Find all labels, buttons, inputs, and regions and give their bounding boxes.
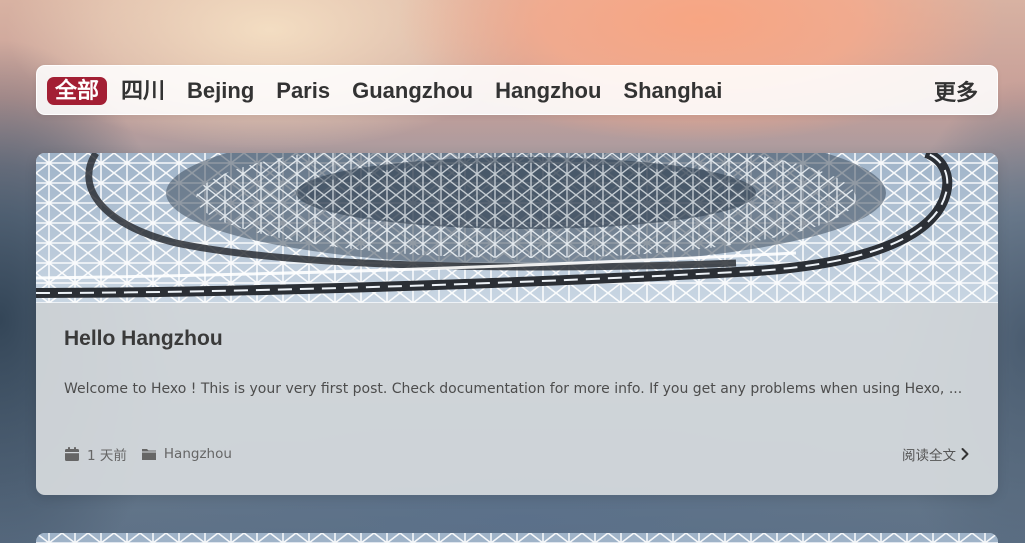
chevron-right-icon: [961, 448, 969, 460]
nav-item-guangzhou[interactable]: Guangzhou: [341, 77, 484, 105]
read-more-label: 阅读全文: [902, 448, 956, 464]
nav-item-shanghai[interactable]: Shanghai: [612, 77, 733, 105]
post-card: Hello Hangzhou Welcome to Hexo ! This is…: [36, 153, 998, 495]
read-more-link[interactable]: 阅读全文: [902, 444, 970, 464]
next-post-card-cover[interactable]: [36, 533, 998, 543]
calendar-icon: [65, 447, 79, 461]
stadium-structure-image: [36, 153, 998, 303]
nav-item-hangzhou[interactable]: Hangzhou: [484, 77, 612, 105]
post-date: 1 天前: [87, 448, 127, 464]
category-list: 全部 四川 Bejing Paris Guangzhou Hangzhou Sh…: [47, 66, 733, 116]
post-excerpt: Welcome to Hexo ! This is your very firs…: [64, 381, 963, 397]
nav-item-bejing[interactable]: Bejing: [176, 77, 265, 105]
post-cover-image[interactable]: [36, 153, 998, 303]
post-category[interactable]: Hangzhou: [164, 446, 232, 462]
nav-item-paris[interactable]: Paris: [265, 77, 341, 105]
nav-more-button[interactable]: 更多: [934, 66, 978, 116]
post-meta: 1 天前 Hangzhou: [64, 444, 232, 464]
nav-item-all[interactable]: 全部: [47, 77, 108, 105]
post-body: Hello Hangzhou Welcome to Hexo ! This is…: [36, 303, 998, 495]
post-title[interactable]: Hello Hangzhou: [64, 327, 223, 351]
category-nav: 全部 四川 Bejing Paris Guangzhou Hangzhou Sh…: [36, 65, 998, 115]
folder-icon: [141, 449, 156, 460]
nav-item-sichuan[interactable]: 四川: [110, 77, 176, 105]
stadium-structure-image: [36, 533, 998, 543]
